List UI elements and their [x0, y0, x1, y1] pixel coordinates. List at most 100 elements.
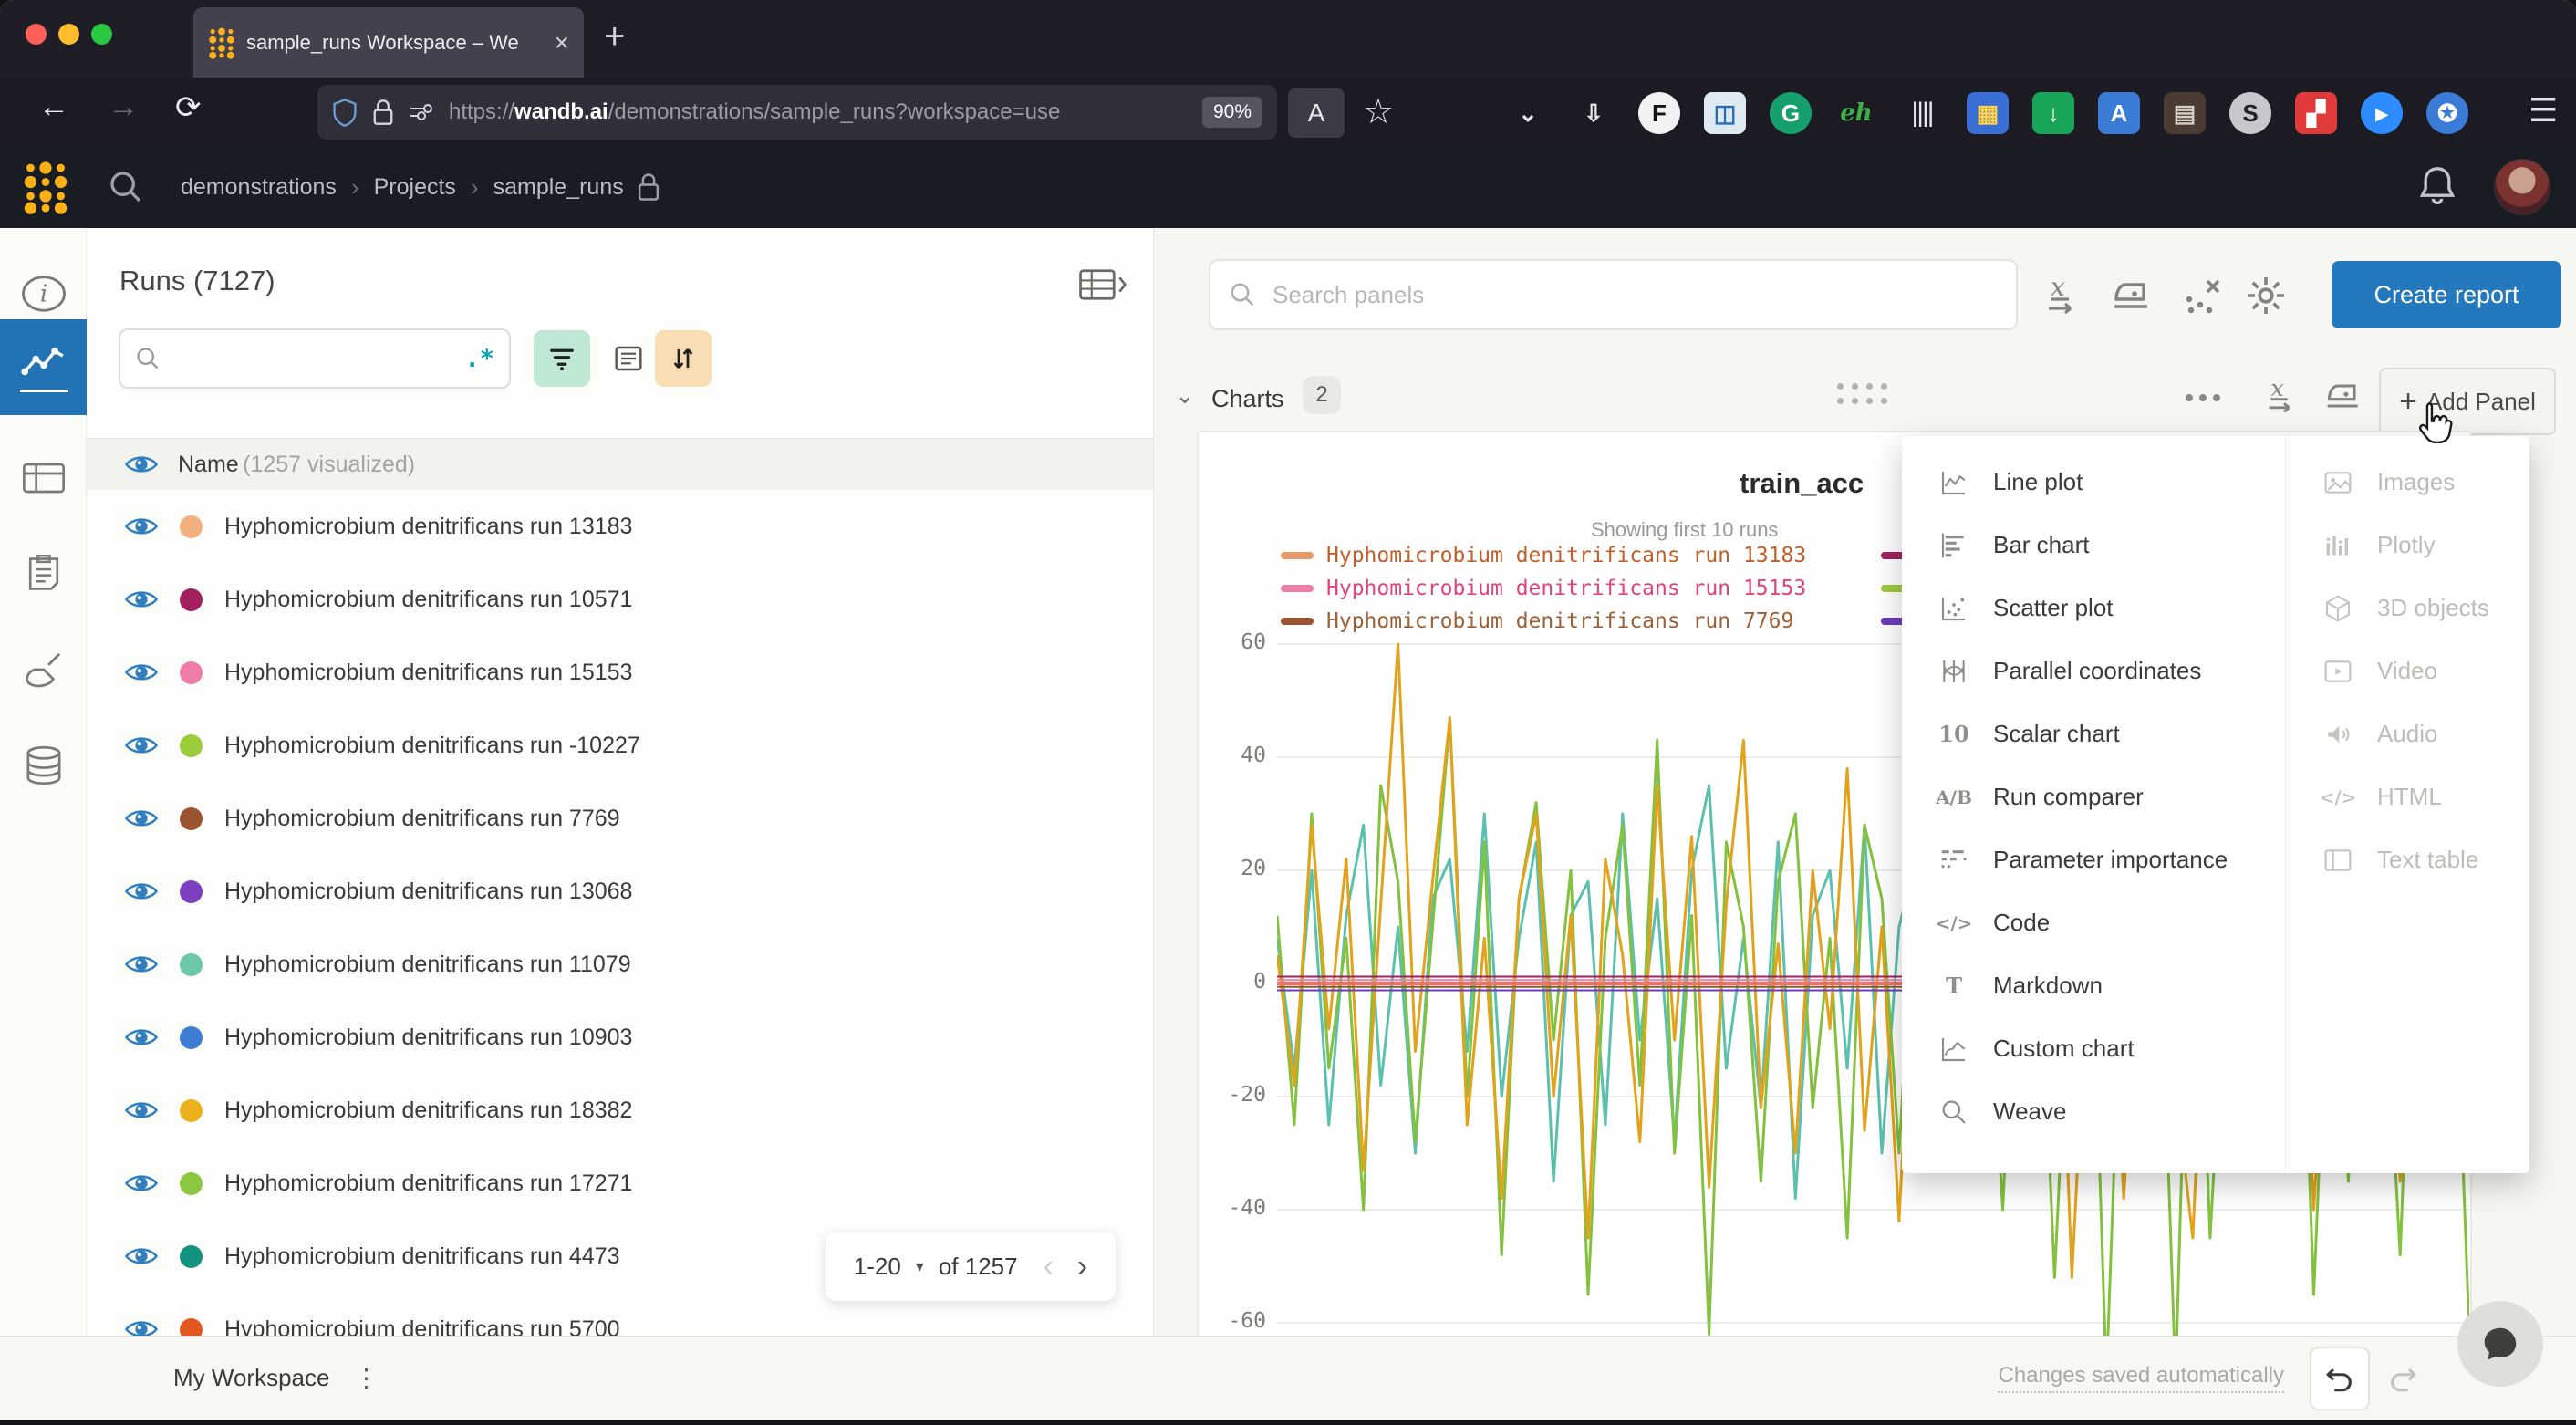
zoom-level-badge[interactable]: 90%: [1202, 97, 1262, 128]
outliers-icon[interactable]: [2180, 274, 2224, 317]
pocket-icon[interactable]: ⌄: [1507, 92, 1549, 134]
tab-close-icon[interactable]: ×: [555, 30, 569, 56]
privacy-lock-icon[interactable]: ✪: [2426, 92, 2468, 134]
sidebar-item-table[interactable]: [0, 436, 87, 520]
eye-icon[interactable]: [125, 1171, 158, 1195]
sidebar-item-logs[interactable]: [0, 532, 87, 616]
runs-search-box[interactable]: .*: [119, 328, 511, 389]
forward-button[interactable]: →: [108, 89, 139, 125]
split-view-icon[interactable]: ◫: [1704, 92, 1746, 134]
regex-toggle-icon[interactable]: .*: [464, 345, 494, 373]
run-name[interactable]: Hyphomicrobium denitrificans run 10571: [224, 587, 632, 613]
breadcrumb-item-sample_runs[interactable]: sample_runs: [493, 174, 624, 201]
eh-icon[interactable]: eh: [1835, 92, 1877, 134]
reload-button[interactable]: ⟳: [175, 89, 202, 126]
chat-bubble-button[interactable]: [2457, 1301, 2543, 1387]
translate-ext-icon[interactable]: A: [2098, 92, 2140, 134]
legend-item[interactable]: Hyphomicrobium denitrificans run 15153: [1281, 577, 1806, 600]
x-axis-settings-icon[interactable]: x: [2264, 376, 2304, 416]
calculator-icon[interactable]: ▦: [1967, 92, 2009, 134]
run-name[interactable]: Hyphomicrobium denitrificans run 18382: [224, 1097, 632, 1124]
avatar[interactable]: [2494, 159, 2550, 215]
fence-icon[interactable]: ||||: [1901, 92, 1943, 134]
table-row[interactable]: Hyphomicrobium denitrificans run 13183: [87, 490, 1153, 563]
breadcrumb-item-demonstrations[interactable]: demonstrations: [181, 174, 337, 201]
grammarly-icon[interactable]: G: [1770, 92, 1812, 134]
download-icon[interactable]: ⇩: [1573, 92, 1615, 134]
legend-item[interactable]: Hyphomicrobium denitrificans run 7769: [1281, 609, 1793, 633]
table-row[interactable]: Hyphomicrobium denitrificans run -10227: [87, 709, 1153, 782]
run-name[interactable]: Hyphomicrobium denitrificans run 7769: [224, 806, 620, 832]
hamburger-menu-icon[interactable]: ☰: [2529, 91, 2558, 130]
shield-icon[interactable]: [332, 98, 358, 127]
run-name[interactable]: Hyphomicrobium denitrificans run 10903: [224, 1025, 632, 1051]
eye-icon[interactable]: [125, 952, 158, 976]
redo-button[interactable]: [2375, 1347, 2430, 1410]
eye-icon[interactable]: [125, 1025, 158, 1049]
f-circle-icon[interactable]: F: [1638, 92, 1680, 134]
run-name[interactable]: Hyphomicrobium denitrificans run 13068: [224, 879, 632, 905]
expand-table-icon[interactable]: [1079, 266, 1127, 303]
page-range[interactable]: 1-20: [854, 1253, 901, 1281]
page-size-caret-icon[interactable]: ▾: [916, 1257, 924, 1276]
run-name[interactable]: Hyphomicrobium denitrificans run 15153: [224, 660, 632, 686]
back-button[interactable]: ←: [38, 89, 69, 125]
section-chevron-icon[interactable]: ⌄: [1175, 381, 1195, 410]
filter-button[interactable]: [534, 330, 590, 387]
legend-item[interactable]: Hyphomicrobium denitrificans run 13183: [1281, 544, 1806, 567]
s-circle-icon[interactable]: S: [2229, 92, 2271, 134]
panels-search-input[interactable]: [1271, 280, 1998, 310]
table-row[interactable]: Hyphomicrobium denitrificans run 7769: [87, 782, 1153, 855]
run-name[interactable]: Hyphomicrobium denitrificans run 17271: [224, 1170, 632, 1197]
notification-bell-icon[interactable]: [2417, 165, 2457, 209]
table-row[interactable]: Hyphomicrobium denitrificans run 15153: [87, 636, 1153, 709]
undo-button[interactable]: [2310, 1347, 2370, 1410]
sort-button[interactable]: [655, 330, 712, 387]
next-page-button[interactable]: ›: [1077, 1249, 1087, 1285]
x-axis-settings-icon[interactable]: x: [2043, 274, 2087, 317]
browser-tab[interactable]: sample_runs Workspace – Weig ×: [193, 7, 584, 78]
red-people-icon[interactable]: ▞: [2295, 92, 2337, 134]
sidebar-item-sweeps[interactable]: [0, 628, 87, 712]
run-name[interactable]: Hyphomicrobium denitrificans run 4473: [224, 1243, 620, 1270]
table-row[interactable]: Hyphomicrobium denitrificans run 10903: [87, 1001, 1153, 1074]
eye-icon[interactable]: [125, 879, 158, 903]
eye-icon[interactable]: [125, 1244, 158, 1268]
section-drag-handle[interactable]: [1837, 383, 1887, 404]
smoothing-iron-icon[interactable]: [2111, 274, 2155, 317]
section-more-options-icon[interactable]: [2186, 394, 2220, 401]
eye-icon[interactable]: [125, 515, 158, 538]
table-row[interactable]: Hyphomicrobium denitrificans run 11079: [87, 928, 1153, 1001]
workspace-menu-icon[interactable]: ⋮: [353, 1363, 379, 1393]
maximize-window-button[interactable]: [91, 24, 112, 45]
new-tab-button[interactable]: +: [604, 16, 625, 57]
green-download-icon[interactable]: ↓: [2032, 92, 2074, 134]
eye-icon[interactable]: [125, 588, 158, 611]
video-call-icon[interactable]: ▸: [2361, 92, 2403, 134]
sidebar-item-charts[interactable]: [0, 319, 87, 415]
runs-search-input[interactable]: [170, 345, 455, 372]
lock-icon[interactable]: [372, 99, 394, 126]
eye-icon[interactable]: [125, 733, 158, 757]
sidebar-item-artifacts[interactable]: [0, 723, 87, 807]
workspace-label[interactable]: My Workspace: [173, 1364, 329, 1392]
bookmark-star-icon[interactable]: ☆: [1363, 91, 1394, 132]
run-name[interactable]: Hyphomicrobium denitrificans run 13183: [224, 514, 632, 540]
search-icon[interactable]: [108, 169, 144, 205]
eye-icon[interactable]: [125, 452, 158, 476]
runs-table-header[interactable]: Name (1257 visualized): [87, 438, 1153, 490]
table-row[interactable]: Hyphomicrobium denitrificans run 10571: [87, 563, 1153, 636]
table-row[interactable]: Hyphomicrobium denitrificans run 18382: [87, 1074, 1153, 1147]
eye-icon[interactable]: [125, 1098, 158, 1122]
minimize-window-button[interactable]: [58, 24, 79, 45]
group-button[interactable]: [600, 330, 657, 387]
run-name[interactable]: Hyphomicrobium denitrificans run -10227: [224, 733, 640, 759]
smoothing-iron-icon[interactable]: [2324, 376, 2364, 416]
prev-page-button[interactable]: ‹: [1044, 1249, 1054, 1285]
create-report-button[interactable]: Create report: [2332, 261, 2561, 328]
eye-icon[interactable]: [125, 806, 158, 830]
table-row[interactable]: Hyphomicrobium denitrificans run 17271: [87, 1147, 1153, 1220]
breadcrumb-item-Projects[interactable]: Projects: [374, 174, 456, 201]
gear-icon[interactable]: [2244, 274, 2288, 317]
url-bar[interactable]: https://wandb.ai/demonstrations/sample_r…: [317, 85, 1277, 140]
